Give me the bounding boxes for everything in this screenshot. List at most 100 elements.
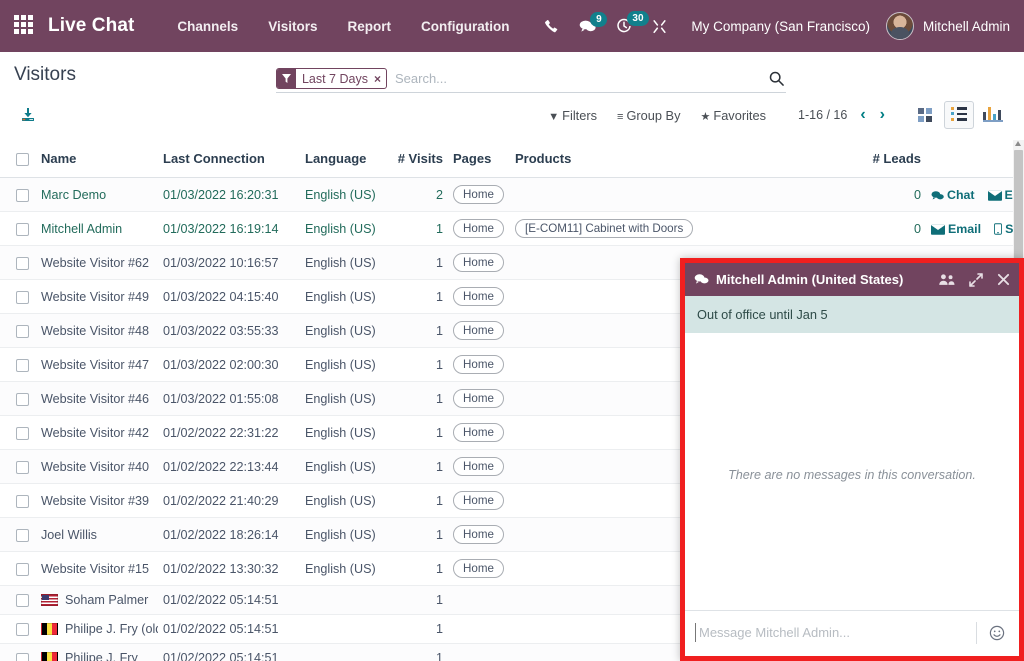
row-checkbox[interactable] [16,223,29,236]
row-checkbox[interactable] [16,189,29,202]
page-tag[interactable]: Home [453,423,504,442]
kanban-view-button[interactable] [910,101,940,129]
row-checkbox[interactable] [16,325,29,338]
column-header-leads[interactable]: # Leads [850,140,926,178]
group-by-button[interactable]: ≡Group By [607,105,690,126]
visitor-name[interactable]: Soham Palmer [65,593,148,607]
visitor-name[interactable]: Website Visitor #15 [41,562,149,576]
product-tag[interactable]: [E-COM11] Cabinet with Doors [515,219,693,238]
app-brand-title[interactable]: Live Chat [48,15,134,37]
visitor-name[interactable]: Philipe J. Fry [65,651,138,661]
page-tag[interactable]: Home [453,491,504,510]
page-tag[interactable]: Home [453,525,504,544]
filters-button[interactable]: ▼Filters [538,105,607,126]
user-menu[interactable]: Mitchell Admin [886,12,1010,40]
visitor-name[interactable]: Philipe J. Fry (old) [65,622,158,636]
search-icon[interactable] [761,71,786,86]
column-header-products[interactable]: Products [510,140,850,178]
page-tag[interactable]: Home [453,253,504,272]
nav-item-report[interactable]: Report [332,13,406,40]
chat-window-header[interactable]: Mitchell Admin (United States) [685,263,1019,296]
cell-pages [448,586,510,615]
apps-grid-icon[interactable] [14,15,36,37]
row-checkbox[interactable] [16,563,29,576]
page-tag[interactable]: Home [453,219,504,238]
graph-view-button[interactable] [978,101,1008,129]
visitor-name[interactable]: Website Visitor #39 [41,494,149,508]
chat-message-list: There are no messages in this conversati… [685,333,1019,610]
visitor-name[interactable]: Joel Willis [41,528,97,542]
row-checkbox[interactable] [16,257,29,270]
company-switcher[interactable]: My Company (San Francisco) [691,19,870,34]
chat-bubble-icon [931,190,944,201]
chat-action[interactable]: Chat [931,188,975,202]
cell-name: Website Visitor #49 [36,280,158,314]
chat-window: Mitchell Admin (United States) Out of of… [680,258,1024,661]
row-checkbox[interactable] [16,291,29,304]
visitor-name[interactable]: Website Visitor #62 [41,256,149,270]
close-icon[interactable]: × [374,69,386,88]
messages-icon[interactable]: 9 [579,19,596,34]
visitor-name[interactable]: Website Visitor #49 [41,290,149,304]
row-checkbox[interactable] [16,623,29,636]
search-input[interactable] [389,69,761,88]
select-all-checkbox[interactable] [16,153,29,166]
column-header-name[interactable]: Name [36,140,158,178]
visitor-name[interactable]: Website Visitor #48 [41,324,149,338]
row-checkbox[interactable] [16,393,29,406]
cell-language: English (US) [300,450,392,484]
smiley-face-icon[interactable] [989,625,1009,641]
row-checkbox[interactable] [16,594,29,607]
row-checkbox[interactable] [16,495,29,508]
page-tag[interactable]: Home [453,457,504,476]
phone-icon[interactable] [544,19,559,34]
expand-icon[interactable] [969,273,983,287]
search-facet-last-7-days[interactable]: Last 7 Days × [276,68,387,89]
column-header-visits[interactable]: # Visits [392,140,448,178]
page-tag[interactable]: Home [453,389,504,408]
nav-item-visitors[interactable]: Visitors [253,13,332,40]
page-tag[interactable]: Home [453,355,504,374]
cell-visits: 1 [392,314,448,348]
download-export-icon[interactable] [14,105,42,125]
activities-badge: 30 [627,11,648,26]
chevron-right-icon[interactable]: › [873,106,892,124]
activities-clock-icon[interactable]: 30 [616,18,632,34]
filter-funnel-icon [277,69,296,88]
visitor-name[interactable]: Website Visitor #40 [41,460,149,474]
list-view-button[interactable] [944,101,974,129]
table-row[interactable]: Marc Demo01/03/2022 16:20:31English (US)… [0,178,1024,212]
column-header-last-connection[interactable]: Last Connection [158,140,300,178]
pager-counter: 1-16 / 16 [798,108,847,122]
visitor-name[interactable]: Website Visitor #42 [41,426,149,440]
nav-item-channels[interactable]: Channels [162,13,253,40]
cell-name: Website Visitor #15 [36,552,158,586]
visitor-name[interactable]: Marc Demo [41,188,106,202]
favorites-button[interactable]: ★Favorites [691,105,777,126]
row-checkbox[interactable] [16,529,29,542]
page-tag[interactable]: Home [453,287,504,306]
page-tag[interactable]: Home [453,559,504,578]
nav-item-configuration[interactable]: Configuration [406,13,524,40]
visitor-name[interactable]: Website Visitor #46 [41,392,149,406]
email-action[interactable]: Email [931,222,981,236]
page-tag[interactable]: Home [453,321,504,340]
visitor-name[interactable]: Website Visitor #47 [41,358,149,372]
row-checkbox[interactable] [16,653,29,661]
table-row[interactable]: Mitchell Admin01/03/2022 16:19:14English… [0,212,1024,246]
row-checkbox[interactable] [16,427,29,440]
close-icon[interactable] [997,273,1010,286]
row-checkbox[interactable] [16,461,29,474]
favorites-label: Favorites [713,108,766,123]
invite-people-icon[interactable] [939,273,955,286]
page-tag[interactable]: Home [453,185,504,204]
message-input[interactable] [695,623,964,642]
chevron-left-icon[interactable]: ‹ [853,106,872,124]
row-checkbox[interactable] [16,359,29,372]
scroll-up-arrow-icon[interactable] [1015,141,1021,146]
visitor-name[interactable]: Mitchell Admin [41,222,122,236]
debug-wrench-icon[interactable] [652,19,667,34]
column-header-pages[interactable]: Pages [448,140,510,178]
column-header-language[interactable]: Language [300,140,392,178]
flag-icon-be [41,623,58,635]
